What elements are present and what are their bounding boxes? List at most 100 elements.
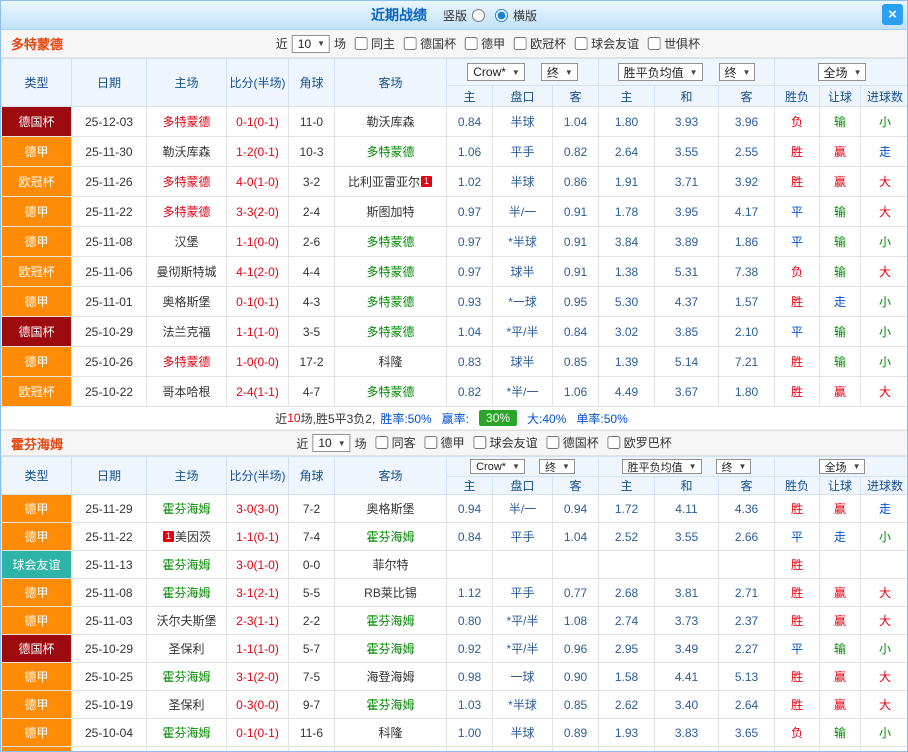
away-team: 比利亚雷亚尔 1 bbox=[334, 166, 447, 197]
result-wdl: 平 bbox=[774, 196, 821, 227]
type-cell: 德国杯 bbox=[1, 106, 72, 137]
away-team: 霍芬海姆 bbox=[334, 690, 447, 719]
league-filter[interactable]: 德甲 bbox=[465, 35, 505, 52]
league-checkbox[interactable] bbox=[648, 36, 662, 50]
asian-away-odds: 0.85 bbox=[552, 690, 599, 719]
team-name: 多特蒙德 bbox=[366, 265, 415, 279]
corners-cell: 11-0 bbox=[288, 106, 335, 137]
layout-radio-horizontal[interactable] bbox=[495, 8, 508, 22]
result-goals: 小 bbox=[860, 346, 907, 377]
league-filter[interactable]: 球会友谊 bbox=[575, 35, 639, 52]
type-cell: 德甲 bbox=[1, 746, 72, 751]
corners-cell: 2-6 bbox=[288, 226, 335, 257]
score-cell: 1-1(1-1) bbox=[226, 746, 289, 751]
date-cell: 25-11-29 bbox=[71, 494, 147, 523]
euro-away-odds: 3.92 bbox=[717, 166, 776, 197]
league-filter[interactable]: 德国杯 bbox=[404, 35, 456, 52]
league-filter[interactable]: 欧冠杯 bbox=[514, 35, 566, 52]
result-goals: 小 bbox=[860, 634, 907, 663]
subcol-goals: 进球数 bbox=[860, 476, 907, 495]
asian-line: *平/半 bbox=[492, 606, 553, 635]
corners-cell: 5-5 bbox=[288, 578, 335, 607]
asian-home-odds bbox=[446, 550, 493, 579]
league-checkbox[interactable] bbox=[473, 436, 487, 449]
corners-cell: 3-2 bbox=[288, 166, 335, 197]
result-goals: 小 bbox=[860, 286, 907, 317]
avg-odds-select[interactable]: 胜平负均值 ▼ bbox=[621, 459, 702, 474]
score-cell: 1-2(0-1) bbox=[226, 136, 289, 167]
final-odds-select-2[interactable]: 终 ▼ bbox=[715, 459, 752, 474]
final-odds-select[interactable]: 终 ▼ bbox=[540, 63, 578, 81]
result-handicap: 赢 bbox=[819, 494, 862, 523]
table-row: 欧冠杯 25-11-06 曼彻斯特城 4-1(2-0) 4-4 多特蒙德 0.9… bbox=[1, 256, 907, 287]
type-cell: 欧冠杯 bbox=[1, 376, 72, 407]
league-checkbox[interactable] bbox=[465, 36, 479, 50]
league-filter[interactable]: 同主 bbox=[355, 35, 395, 52]
euro-away-odds: 2.64 bbox=[717, 690, 776, 719]
away-team: 多特蒙德 bbox=[334, 226, 447, 257]
asian-home-odds: 1.02 bbox=[446, 166, 493, 197]
team-name: 科隆 bbox=[378, 355, 403, 369]
chevron-down-icon: ▼ bbox=[742, 67, 751, 77]
euro-draw-odds: 3.49 bbox=[654, 634, 719, 663]
result-wdl: 平 bbox=[774, 226, 821, 257]
col-header-date: 日期 bbox=[71, 456, 147, 495]
euro-home-odds: 2.74 bbox=[598, 606, 655, 635]
close-button[interactable]: × bbox=[882, 4, 903, 25]
league-filter[interactable]: 同客 bbox=[375, 434, 416, 451]
date-cell: 25-11-08 bbox=[71, 578, 147, 607]
league-checkbox[interactable] bbox=[575, 36, 589, 50]
home-team: 圣保利 bbox=[146, 634, 227, 663]
score-cell: 0-3(0-0) bbox=[226, 690, 289, 719]
final-odds-select-2[interactable]: 终 ▼ bbox=[718, 63, 756, 81]
hoffenheim-section-bar: 霍芬海姆 近 10 ▼ 场 同客 德甲 球会友谊 德国杯 欧罗巴杯 bbox=[1, 430, 907, 456]
score-cell: 1-1(1-0) bbox=[226, 634, 289, 663]
asian-away-odds: 0.96 bbox=[552, 634, 599, 663]
team-name: 勒沃库森 bbox=[366, 115, 415, 129]
league-filter[interactable]: 德甲 bbox=[424, 434, 465, 451]
league-filter[interactable]: 欧罗巴杯 bbox=[607, 434, 672, 451]
scope-select[interactable]: 全场 ▼ bbox=[817, 63, 867, 81]
team-name: 多特蒙德 bbox=[162, 205, 211, 219]
chevron-down-icon: ▼ bbox=[561, 462, 570, 471]
chevron-down-icon: ▼ bbox=[689, 67, 698, 77]
layout-radio-vertical[interactable] bbox=[472, 8, 485, 22]
league-filter[interactable]: 德国杯 bbox=[546, 434, 599, 451]
league-checkbox[interactable] bbox=[607, 436, 621, 449]
euro-draw-odds: 4.11 bbox=[654, 494, 719, 523]
type-cell: 德甲 bbox=[1, 522, 72, 551]
corners-cell: 4-4 bbox=[288, 256, 335, 287]
odds-company-select[interactable]: Crow* ▼ bbox=[470, 459, 525, 474]
league-checkbox[interactable] bbox=[424, 436, 438, 449]
euro-draw-odds: 3.85 bbox=[654, 316, 719, 347]
league-checkbox[interactable] bbox=[404, 36, 418, 50]
avg-odds-select[interactable]: 胜平负均值 ▼ bbox=[617, 63, 703, 81]
type-cell: 德甲 bbox=[1, 690, 72, 719]
league-checkbox[interactable] bbox=[375, 436, 389, 449]
summary-segment: 近 bbox=[275, 411, 288, 426]
close-icon: × bbox=[888, 6, 897, 23]
result-handicap: 走 bbox=[819, 522, 862, 551]
type-cell: 欧冠杯 bbox=[1, 166, 72, 197]
league-filter[interactable]: 世俱杯 bbox=[648, 35, 700, 52]
euro-odds-header: 胜平负均值 ▼ 终 ▼ bbox=[597, 456, 776, 477]
asian-home-odds: 0.80 bbox=[446, 606, 493, 635]
asian-home-odds: 1.04 bbox=[446, 746, 493, 751]
result-wdl: 胜 bbox=[774, 606, 821, 635]
scope-select[interactable]: 全场 ▼ bbox=[818, 459, 866, 474]
league-checkbox[interactable] bbox=[514, 36, 528, 50]
away-team: 科隆 bbox=[334, 718, 447, 747]
type-cell: 德甲 bbox=[1, 286, 72, 317]
league-filter[interactable]: 球会友谊 bbox=[473, 434, 538, 451]
match-count-select[interactable]: 10 ▼ bbox=[291, 34, 331, 53]
league-checkbox[interactable] bbox=[355, 36, 369, 50]
away-team: 多特蒙德 bbox=[334, 376, 447, 407]
result-goals: 大 bbox=[860, 376, 907, 407]
match-count-select[interactable]: 10 ▼ bbox=[312, 434, 351, 452]
score-cell: 0-1(0-1) bbox=[226, 106, 289, 137]
odds-company-select[interactable]: Crow* ▼ bbox=[467, 63, 525, 81]
euro-home-odds: 1.39 bbox=[598, 346, 655, 377]
corners-cell: 7-5 bbox=[288, 662, 335, 691]
final-odds-select[interactable]: 终 ▼ bbox=[538, 459, 575, 474]
league-checkbox[interactable] bbox=[546, 436, 560, 449]
